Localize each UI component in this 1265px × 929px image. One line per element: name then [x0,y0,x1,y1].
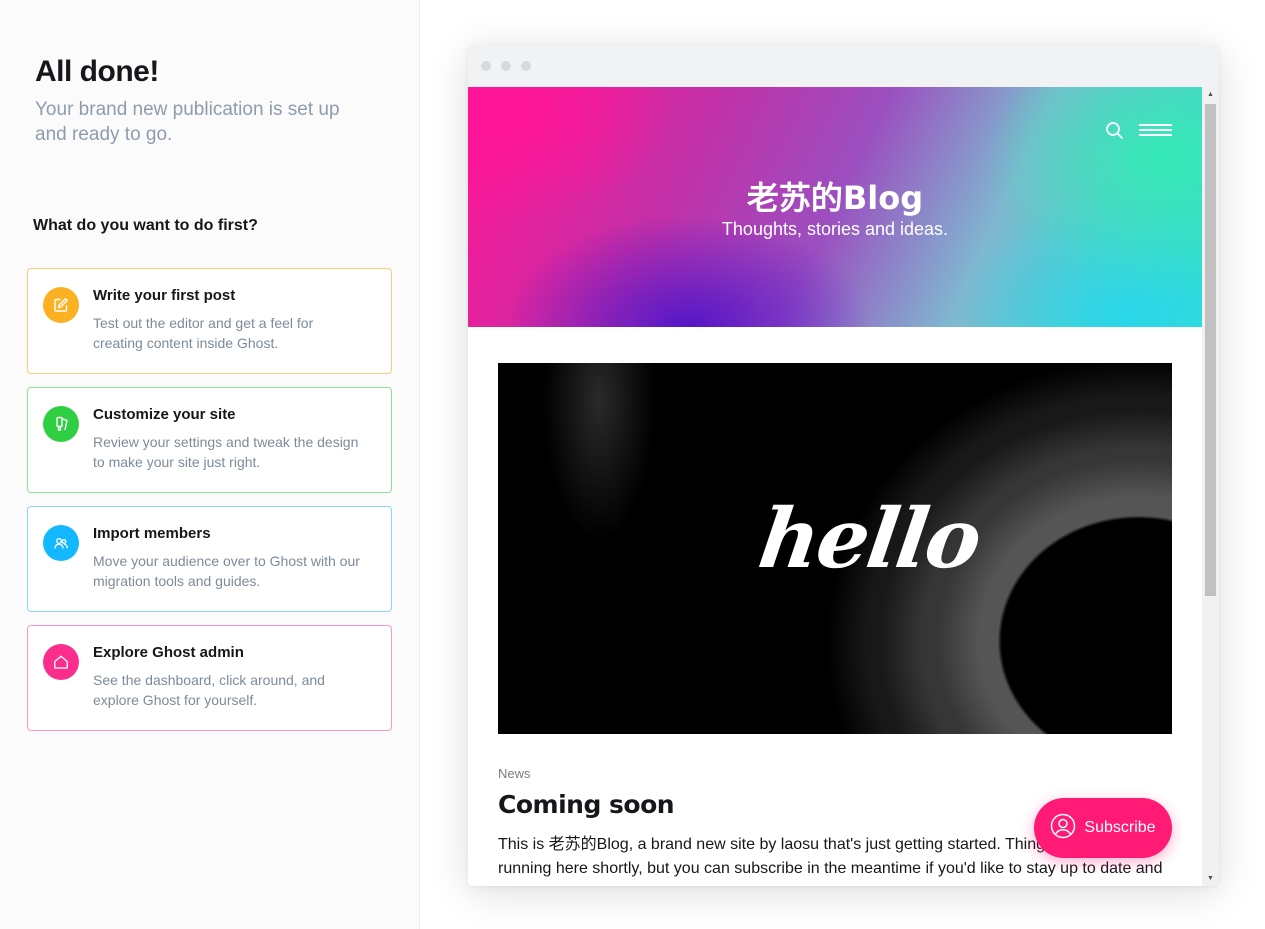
home-icon [43,644,79,680]
post-excerpt-line: running here shortly, but you can subscr… [498,860,1163,877]
onboarding-panel: All done! Your brand new publication is … [0,0,420,929]
menu-icon[interactable] [1139,124,1172,138]
card-description: Test out the editor and get a feel for c… [93,315,314,351]
user-icon [1050,813,1076,844]
card-description: See the dashboard, click around, and exp… [93,672,325,708]
window-dot-icon [481,61,491,71]
card-customize-site[interactable]: Customize your site Review your settings… [27,387,392,493]
site-preview-window: 老苏的Blog Thoughts, stories and ideas. hel… [468,45,1219,886]
site-title[interactable]: 老苏的Blog [468,173,1202,219]
subscribe-label: Subscribe [1084,819,1156,836]
brush-icon [43,406,79,442]
vertical-scrollbar[interactable]: ▲ ▼ [1202,87,1219,886]
card-title: Explore Ghost admin [93,644,244,661]
site-header: 老苏的Blog Thoughts, stories and ideas. [468,87,1202,327]
card-explore-admin[interactable]: Explore Ghost admin See the dashboard, c… [27,625,392,731]
card-title: Import members [93,525,211,542]
post-title[interactable]: Coming soon [498,790,675,819]
window-dot-icon [521,61,531,71]
card-title: Write your first post [93,287,236,304]
card-title: Customize your site [93,406,236,423]
card-write-first-post[interactable]: Write your first post Test out the edito… [27,268,392,374]
search-icon[interactable] [1105,121,1125,146]
feature-image-text: hello [753,491,986,587]
window-dot-icon [501,61,511,71]
card-description: Review your settings and tweak the desig… [93,434,359,470]
scroll-down-icon[interactable]: ▼ [1202,871,1219,886]
page-subtitle: Your brand new publication is set up and… [35,99,340,145]
site-description: Thoughts, stories and ideas. [721,219,949,239]
scrollbar-thumb[interactable] [1205,104,1216,596]
section-heading: What do you want to do first? [33,217,258,234]
browser-toolbar [468,45,1219,87]
card-description: Move your audience over to Ghost with ou… [93,553,360,589]
post-feature-image[interactable]: hello [498,363,1172,734]
page-title: All done! [35,55,159,88]
pencil-icon [43,287,79,323]
members-icon [43,525,79,561]
site-viewport[interactable]: 老苏的Blog Thoughts, stories and ideas. hel… [468,87,1202,886]
scroll-up-icon[interactable]: ▲ [1202,87,1219,102]
post-tag[interactable]: News [498,766,531,781]
card-import-members[interactable]: Import members Move your audience over t… [27,506,392,612]
subscribe-button[interactable]: Subscribe [1034,798,1172,858]
